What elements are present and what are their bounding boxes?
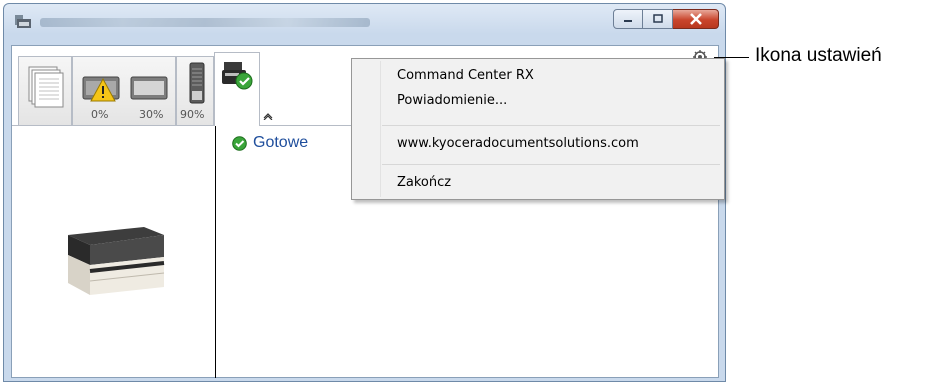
window-title-blurred [40,18,370,27]
menu-item-website[interactable]: www.kyoceradocumentsolutions.com [397,136,639,151]
status-row: Gotowe [232,134,308,152]
paper-tray-icon [130,76,168,100]
toner-level-label: 0% [91,108,109,121]
printer-image-pane [12,126,216,378]
title-bar[interactable] [4,4,725,40]
menu-gutter [380,61,381,197]
close-icon [689,13,702,25]
maximize-button[interactable] [643,9,673,29]
tab-waste-toner[interactable]: 90% [176,56,214,126]
menu-item-exit[interactable]: Zakończ [397,175,451,190]
callout-settings-label: Ikona ustawień [755,45,882,66]
waste-toner-icon [189,62,205,104]
minimize-icon [624,20,632,22]
ready-check-icon [232,135,247,151]
printer-illustration [68,227,165,295]
tray-level-label: 30% [139,108,164,121]
menu-item-command-center[interactable]: Command Center RX [397,68,534,83]
tab-paper[interactable] [18,56,72,126]
status-text: Gotowe [253,134,309,151]
caption-buttons [613,9,719,31]
toner-warning-icon [82,76,120,102]
menu-separator [382,125,720,126]
waste-level-label: 90% [180,108,205,121]
tab-toner[interactable]: 0% 30% [72,56,176,126]
paper-stack-icon [28,66,64,108]
settings-context-menu: Command Center RX Powiadomienie... www.k… [351,58,725,200]
collapse-icon[interactable] [263,112,273,120]
printer-status-icon [222,62,253,90]
printer-app-icon [15,15,31,28]
menu-item-notification[interactable]: Powiadomienie... [397,93,507,108]
close-button[interactable] [673,9,719,29]
maximize-icon [652,14,663,23]
menu-separator [382,164,720,165]
tab-printer-status[interactable] [214,52,260,126]
minimize-button[interactable] [613,9,643,29]
